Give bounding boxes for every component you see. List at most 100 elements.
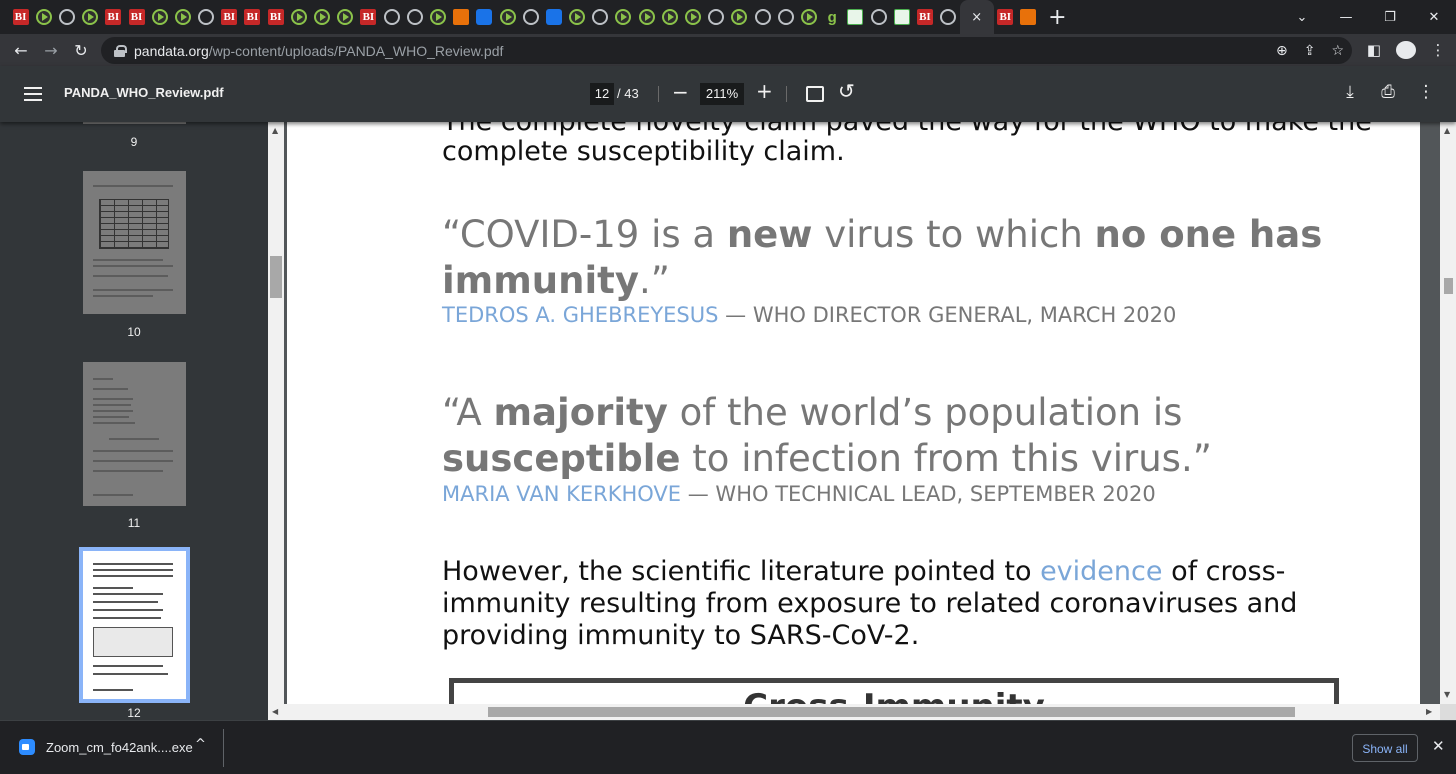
reload-icon[interactable]: ↻ bbox=[66, 41, 96, 60]
browser-tab[interactable] bbox=[728, 2, 751, 32]
browser-tab[interactable] bbox=[844, 2, 867, 32]
browser-tab[interactable] bbox=[519, 2, 542, 32]
browser-tab[interactable] bbox=[79, 2, 102, 32]
play-icon bbox=[337, 9, 354, 25]
browser-tab[interactable]: BI bbox=[9, 2, 32, 32]
active-tab[interactable]: × bbox=[959, 0, 994, 34]
browser-tab[interactable] bbox=[589, 2, 612, 32]
browser-tab[interactable] bbox=[195, 2, 218, 32]
browser-tab[interactable]: BI bbox=[241, 2, 264, 32]
browser-tab[interactable]: BI bbox=[357, 2, 380, 32]
play-icon bbox=[685, 9, 702, 25]
browser-tab[interactable] bbox=[426, 2, 449, 32]
browser-tab[interactable] bbox=[797, 2, 820, 32]
browser-tab[interactable] bbox=[751, 2, 774, 32]
thumbnail-page-12-selected[interactable] bbox=[79, 547, 190, 703]
more-options-icon[interactable]: ⋮ bbox=[1416, 82, 1436, 102]
horizontal-scrollbar[interactable]: ◀ ▶ bbox=[268, 704, 1440, 720]
sidebar-scrollbar-thumb[interactable] bbox=[270, 256, 282, 298]
browser-tab[interactable]: BI bbox=[994, 2, 1017, 32]
browser-tab[interactable] bbox=[658, 2, 681, 32]
browser-menu-icon[interactable]: ⋮ bbox=[1428, 41, 1448, 59]
close-icon[interactable]: ✕ bbox=[1432, 737, 1445, 755]
browser-tab[interactable] bbox=[148, 2, 171, 32]
zoom-out-icon[interactable]: − bbox=[672, 80, 689, 104]
browser-tab[interactable] bbox=[566, 2, 589, 32]
back-icon[interactable]: ← bbox=[6, 41, 36, 60]
attribution-name[interactable]: TEDROS A. GHEBREYESUS bbox=[442, 303, 718, 327]
browser-tab[interactable] bbox=[612, 2, 635, 32]
browser-tab[interactable] bbox=[774, 2, 797, 32]
browser-tab[interactable] bbox=[496, 2, 519, 32]
browser-tab[interactable] bbox=[403, 2, 426, 32]
browser-tab[interactable] bbox=[890, 2, 913, 32]
evidence-link[interactable]: evidence bbox=[1040, 556, 1162, 587]
vertical-scrollbar-thumb[interactable] bbox=[1444, 278, 1453, 294]
address-bar[interactable]: pandata.org/wp-content/uploads/PANDA_WHO… bbox=[101, 37, 1352, 64]
close-window-icon[interactable]: ✕ bbox=[1412, 10, 1456, 25]
browser-tab[interactable] bbox=[334, 2, 357, 32]
show-all-button[interactable]: Show all bbox=[1352, 734, 1418, 762]
horizontal-scrollbar-thumb[interactable] bbox=[488, 707, 1295, 717]
thumbnail-number: 10 bbox=[127, 325, 141, 339]
blue-icon bbox=[545, 9, 562, 25]
browser-tab[interactable] bbox=[380, 2, 403, 32]
quote-1-line-1: “COVID-19 is a new virus to which no one… bbox=[442, 213, 1323, 256]
browser-tab[interactable]: BI bbox=[218, 2, 241, 32]
page-number-input[interactable]: 12 bbox=[590, 83, 614, 105]
browser-tab[interactable] bbox=[310, 2, 333, 32]
browser-tab[interactable] bbox=[32, 2, 55, 32]
divider bbox=[786, 86, 787, 102]
zoom-level-input[interactable]: 211% bbox=[700, 83, 744, 105]
fit-to-page-icon[interactable] bbox=[806, 86, 824, 102]
browser-tab[interactable] bbox=[681, 2, 704, 32]
close-tab-icon[interactable]: × bbox=[969, 9, 985, 25]
browser-tab[interactable]: g bbox=[821, 2, 844, 32]
rotate-icon[interactable]: ↺ bbox=[838, 79, 855, 103]
browser-tab[interactable] bbox=[171, 2, 194, 32]
download-filename[interactable]: Zoom_cm_fo42ank....exe bbox=[46, 740, 193, 755]
browser-tab[interactable]: BI bbox=[264, 2, 287, 32]
vertical-scrollbar[interactable]: ▲ ▼ bbox=[1440, 122, 1456, 720]
browser-tab[interactable] bbox=[542, 2, 565, 32]
zoom-in-icon[interactable]: + bbox=[756, 79, 773, 103]
blue-icon bbox=[476, 9, 493, 25]
globe-icon bbox=[592, 9, 609, 25]
download-icon[interactable]: ⤓ bbox=[1340, 82, 1360, 102]
bookmark-star-icon[interactable]: ☆ bbox=[1331, 43, 1344, 59]
globe-icon bbox=[522, 9, 539, 25]
thumbnail-page-10[interactable] bbox=[83, 171, 186, 314]
browser-tab[interactable]: BI bbox=[913, 2, 936, 32]
print-icon[interactable]: ⎙ bbox=[1378, 82, 1398, 102]
lock-icon[interactable] bbox=[114, 44, 127, 57]
browser-tab[interactable] bbox=[937, 2, 960, 32]
chevron-up-icon[interactable]: ^ bbox=[195, 737, 206, 752]
tab-search-icon[interactable]: ⌄ bbox=[1280, 10, 1324, 25]
browser-tab[interactable]: BI bbox=[125, 2, 148, 32]
minimize-icon[interactable]: — bbox=[1324, 10, 1368, 25]
browser-tab[interactable] bbox=[635, 2, 658, 32]
globe-icon bbox=[383, 9, 400, 25]
browser-tab[interactable] bbox=[867, 2, 890, 32]
browser-tab[interactable] bbox=[55, 2, 78, 32]
share-icon[interactable]: ⇪ bbox=[1304, 43, 1316, 59]
browser-tab[interactable] bbox=[473, 2, 496, 32]
thumbnail-page-9[interactable] bbox=[83, 122, 186, 124]
pdf-viewer[interactable]: The complete novelty claim paved the way… bbox=[284, 122, 1440, 720]
attribution-name[interactable]: MARIA VAN KERKHOVE bbox=[442, 482, 681, 506]
restore-icon[interactable]: ❐ bbox=[1368, 10, 1412, 25]
new-tab-icon[interactable]: + bbox=[1048, 5, 1066, 30]
profile-avatar[interactable] bbox=[1396, 41, 1416, 59]
browser-tab[interactable] bbox=[287, 2, 310, 32]
browser-tab[interactable] bbox=[450, 2, 473, 32]
thumbnail-page-11[interactable] bbox=[83, 362, 186, 506]
zoom-icon[interactable]: ⊕ bbox=[1276, 43, 1288, 59]
browser-tab[interactable] bbox=[705, 2, 728, 32]
browser-tab[interactable]: BI bbox=[102, 2, 125, 32]
menu-icon[interactable] bbox=[24, 87, 42, 101]
browser-tab[interactable] bbox=[1017, 2, 1040, 32]
sidebar-scrollbar[interactable]: ▲ ▼ bbox=[268, 122, 284, 720]
forward-icon[interactable]: → bbox=[36, 41, 66, 60]
grid-icon bbox=[847, 9, 864, 25]
side-panel-icon[interactable]: ◧ bbox=[1364, 41, 1384, 59]
